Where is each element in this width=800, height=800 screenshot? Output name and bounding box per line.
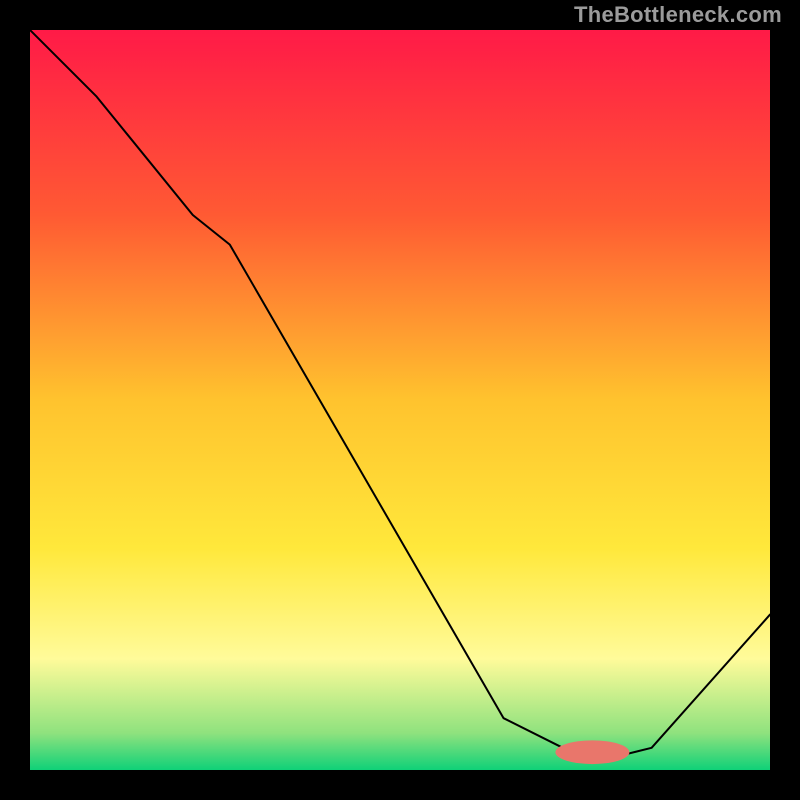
chart-stage: TheBottleneck.com — [0, 0, 800, 800]
chart-svg — [30, 30, 770, 770]
background-rect — [30, 30, 770, 770]
plot-area — [30, 30, 770, 770]
attribution-text: TheBottleneck.com — [574, 2, 782, 28]
graphic-highlight-marker — [555, 740, 629, 764]
